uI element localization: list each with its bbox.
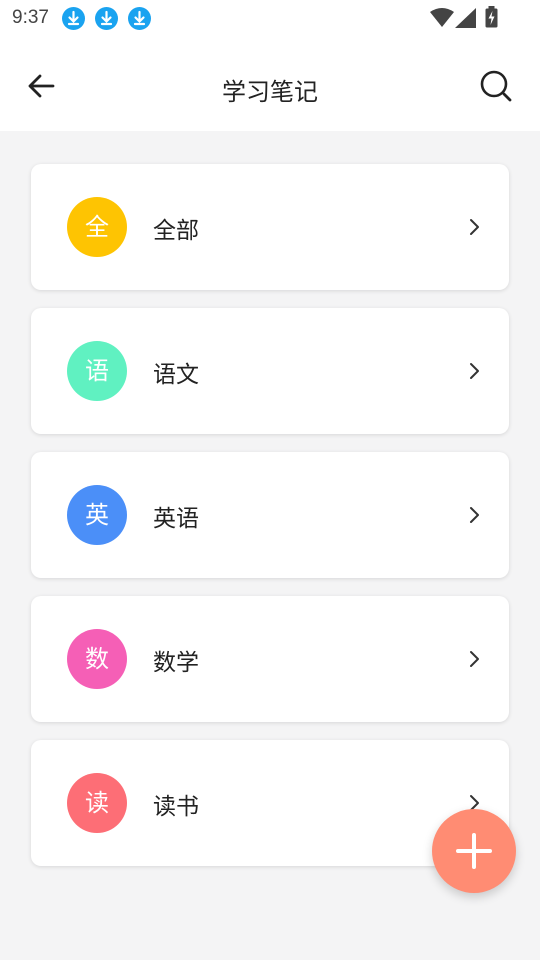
category-list: 全 全部 语 语文 英 英语 数 数学 读 读书 <box>31 164 509 884</box>
search-icon <box>480 70 512 102</box>
category-item-chinese[interactable]: 语 语文 <box>31 308 509 434</box>
category-badge: 全 <box>67 197 127 257</box>
chevron-right-icon <box>470 219 479 235</box>
category-label: 英语 <box>153 506 199 532</box>
page-title: 学习笔记 <box>222 78 318 106</box>
app-bar: 学习笔记 <box>0 36 540 131</box>
chevron-right-icon <box>470 363 479 379</box>
category-label: 读书 <box>153 794 199 820</box>
category-badge: 数 <box>67 629 127 689</box>
chevron-right-icon <box>470 651 479 667</box>
chevron-right-icon <box>470 507 479 523</box>
category-item-all[interactable]: 全 全部 <box>31 164 509 290</box>
category-item-english[interactable]: 英 英语 <box>31 452 509 578</box>
category-label: 语文 <box>153 362 199 388</box>
wifi-icon <box>430 8 454 27</box>
category-badge: 英 <box>67 485 127 545</box>
download-icon <box>95 7 118 30</box>
status-time: 9:37 <box>12 7 49 28</box>
add-note-button[interactable] <box>432 809 516 893</box>
category-badge: 语 <box>67 341 127 401</box>
category-item-math[interactable]: 数 数学 <box>31 596 509 722</box>
plus-icon <box>456 833 492 869</box>
cell-signal-icon <box>455 8 476 28</box>
category-label: 数学 <box>153 650 199 676</box>
search-button[interactable] <box>476 66 520 106</box>
category-badge: 读 <box>67 773 127 833</box>
download-icon <box>128 7 151 30</box>
category-label: 全部 <box>153 218 199 244</box>
status-bar: 9:37 <box>0 0 540 36</box>
download-icon <box>62 7 85 30</box>
battery-charging-icon <box>485 6 498 28</box>
